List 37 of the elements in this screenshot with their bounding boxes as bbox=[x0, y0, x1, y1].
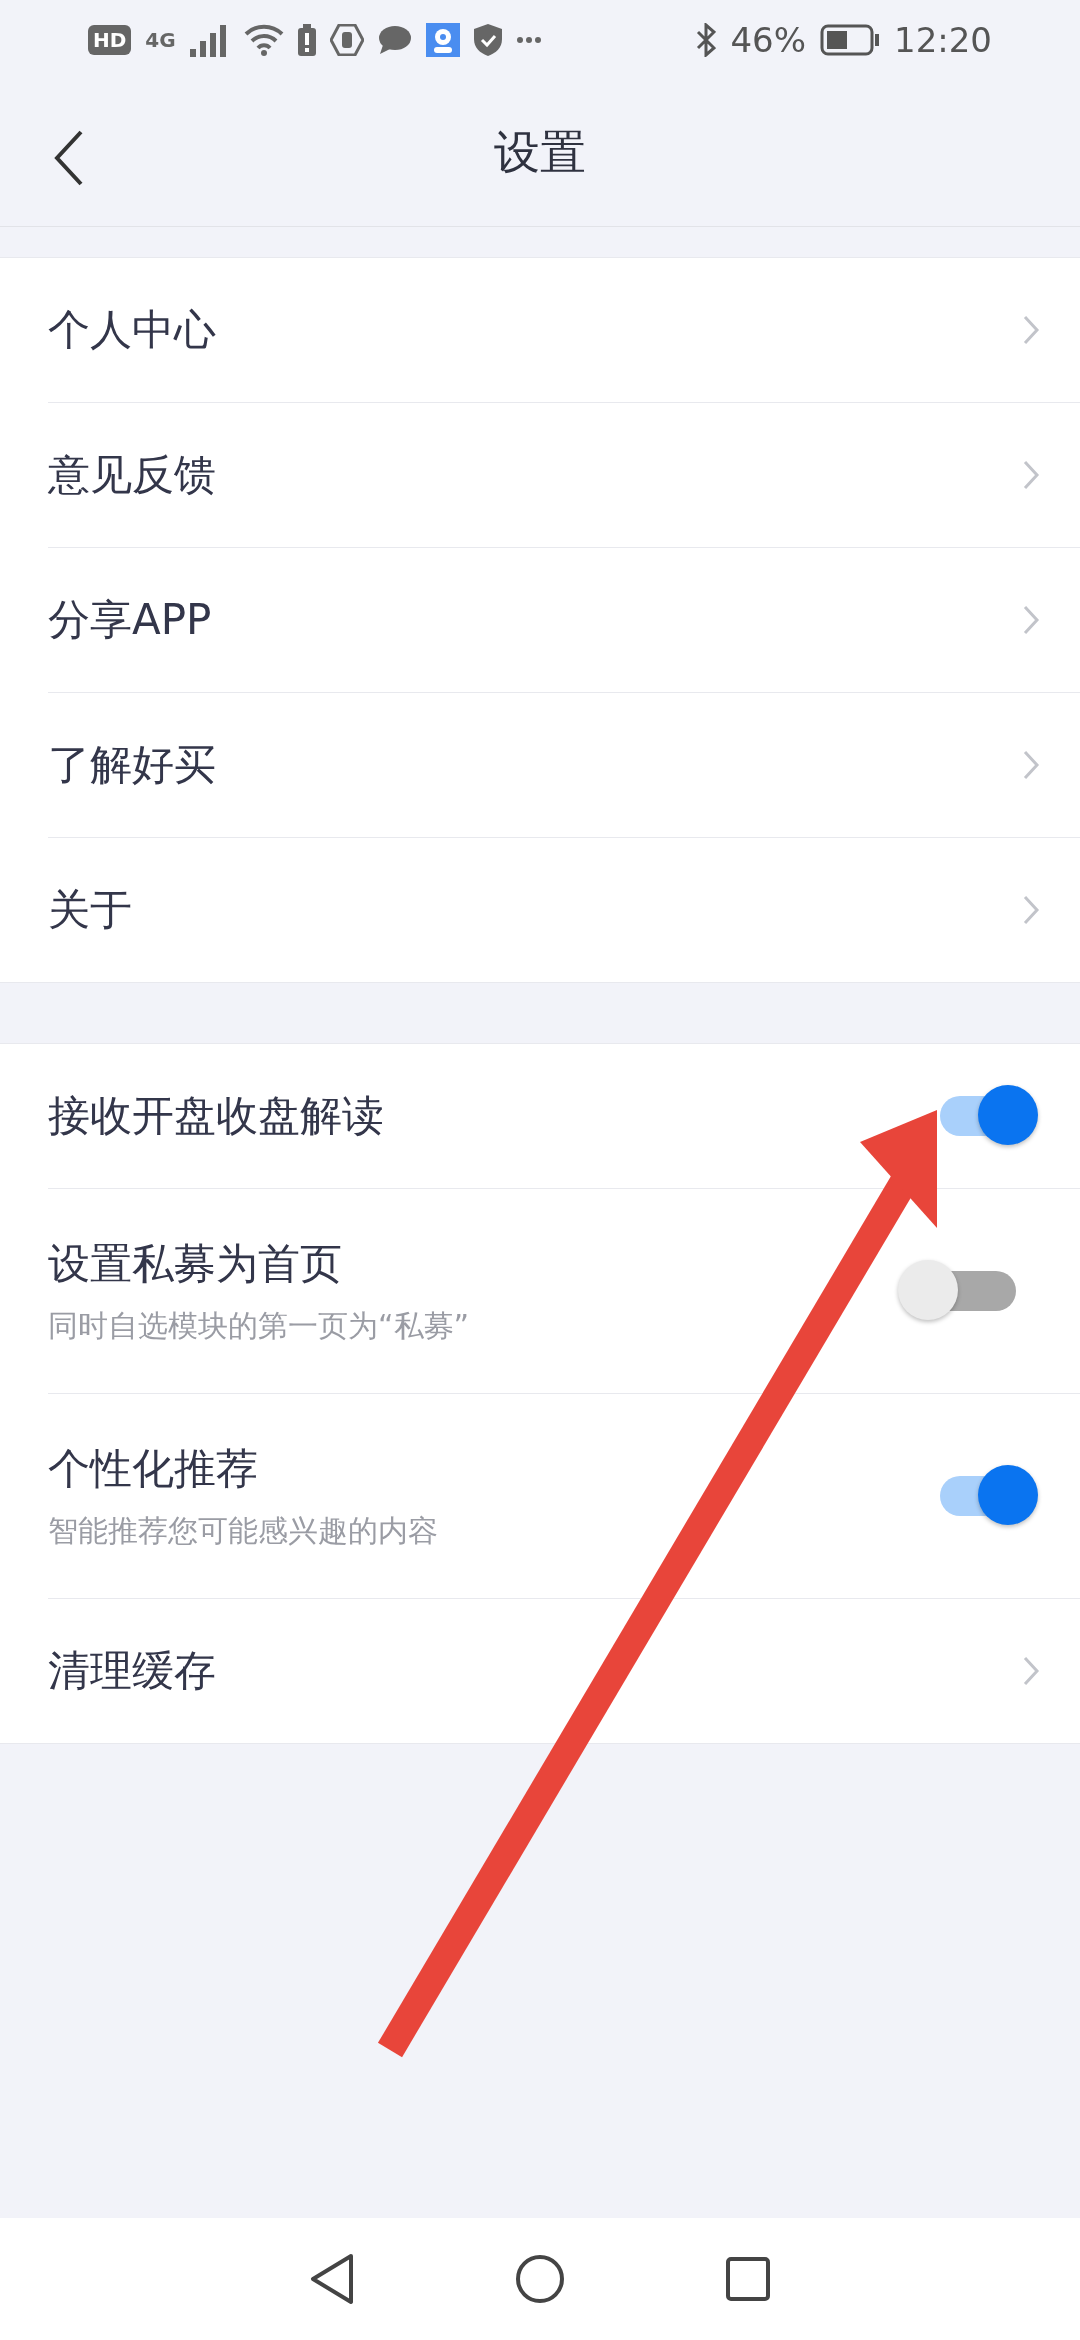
clock: 12:20 bbox=[894, 20, 992, 60]
setting-label: 个性化推荐 bbox=[48, 1442, 259, 1495]
chat-icon bbox=[377, 25, 412, 55]
chevron-right-icon bbox=[1022, 459, 1040, 491]
setting-label: 个人中心 bbox=[48, 304, 217, 356]
setting-label: 分享APP bbox=[48, 594, 213, 646]
setting-label: 了解好买 bbox=[48, 739, 217, 791]
recents-nav-icon[interactable] bbox=[725, 2256, 771, 2302]
chevron-right-icon bbox=[1022, 314, 1040, 346]
bluetooth-icon bbox=[696, 23, 717, 57]
chevron-right-icon bbox=[1022, 604, 1040, 636]
back-nav-icon[interactable] bbox=[309, 2253, 355, 2305]
battery-alert-icon bbox=[297, 24, 316, 56]
shield-icon bbox=[473, 24, 502, 56]
chevron-right-icon bbox=[1022, 749, 1040, 781]
network-type: 4G bbox=[145, 28, 176, 52]
more-icon bbox=[515, 36, 542, 44]
chevron-right-icon bbox=[1022, 894, 1040, 926]
setting-description: 智能推荐您可能感兴趣的内容 bbox=[48, 1511, 439, 1550]
chevron-right-icon bbox=[1022, 1655, 1040, 1687]
toggle-switch[interactable] bbox=[940, 1465, 1040, 1527]
setting-label: 清理缓存 bbox=[48, 1645, 217, 1697]
camera-app-icon bbox=[425, 23, 460, 57]
toggle-switch[interactable] bbox=[898, 1260, 1018, 1322]
setting-label: 意见反馈 bbox=[48, 449, 217, 501]
setting-description: 同时自选模块的第一页为“私募” bbox=[48, 1306, 471, 1345]
hand-icon bbox=[329, 24, 364, 56]
setting-label: 关于 bbox=[48, 884, 133, 936]
toggle-switch[interactable] bbox=[940, 1085, 1040, 1147]
setting-label: 设置私募为首页 bbox=[48, 1237, 343, 1290]
hd-indicator: HD bbox=[88, 25, 132, 55]
setting-label: 接收开盘收盘解读 bbox=[48, 1090, 385, 1142]
battery-icon bbox=[820, 24, 880, 56]
home-nav-icon[interactable] bbox=[515, 2254, 565, 2304]
wifi-icon bbox=[243, 24, 284, 56]
page-title: 设置 bbox=[494, 124, 586, 181]
battery-percentage: 46% bbox=[730, 20, 806, 60]
